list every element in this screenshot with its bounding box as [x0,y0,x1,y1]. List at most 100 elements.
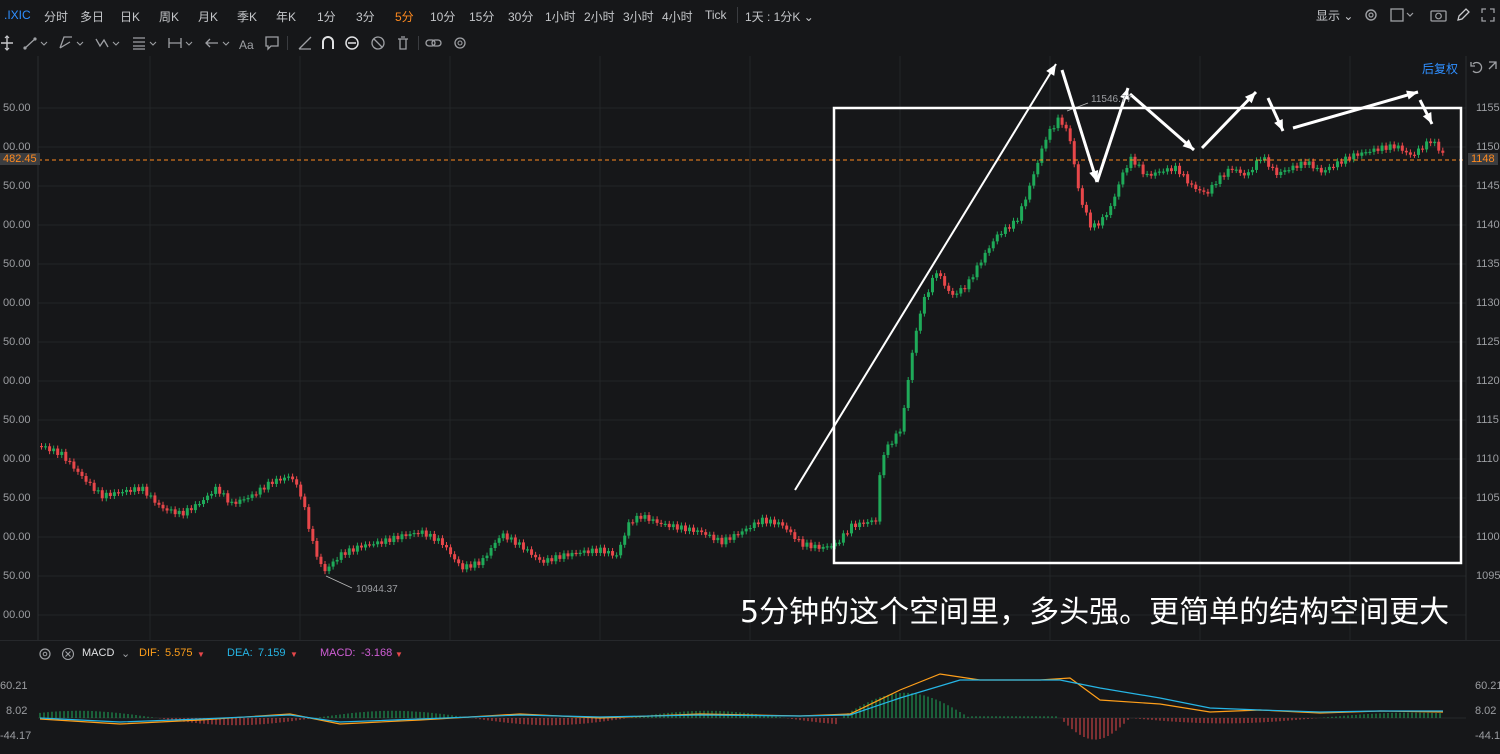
layout-icon[interactable] [1390,7,1416,23]
tab-timeframe-10[interactable]: 10分 [430,8,455,25]
comment-icon[interactable] [264,34,280,52]
expand-icon[interactable] [1488,60,1500,74]
text-tool-button[interactable]: Aa [239,36,254,54]
candle-body [335,559,339,562]
candle-body [809,542,813,549]
macd-chart[interactable] [0,668,1500,748]
tab-timeframe-5[interactable]: 季K [237,8,257,25]
candle-body [939,273,943,277]
candle-body [898,431,902,434]
symbol-label[interactable]: .IXIC [4,8,31,22]
candle-body [416,532,420,535]
candle-body [1145,173,1149,176]
candle-body [554,555,558,562]
candle-body [189,508,193,511]
candle-body [675,524,679,530]
crosshair-icon[interactable] [0,34,14,52]
undo-icon[interactable] [1469,60,1483,74]
candle-body [1372,148,1376,152]
candle-body [432,533,436,541]
candle-body [825,546,829,548]
lock-drawings-icon[interactable] [344,34,360,52]
chevron-down-icon[interactable]: ⌄ [121,647,130,660]
close-icon[interactable] [61,647,75,661]
pattern-icon[interactable] [94,34,124,52]
candle-body [611,551,615,556]
candle-body [574,552,578,555]
candle-body [307,507,311,529]
magnet-icon[interactable] [320,34,336,52]
candle-body [1263,157,1267,160]
channel-icon[interactable] [58,34,88,52]
tab-timeframe-17[interactable]: Tick [705,8,727,22]
candle-body [1340,161,1344,164]
candle-body [530,549,534,555]
candle-body [1020,206,1024,221]
candle-body [926,292,930,297]
candle-body [760,517,764,525]
tab-timeframe-15[interactable]: 3小时 [623,8,654,25]
left-axis-label: 50.00 [3,258,31,270]
candle-body [64,451,68,461]
candle-body [1113,196,1117,207]
measure-icon[interactable] [167,34,197,52]
tab-timeframe-4[interactable]: 月K [198,8,218,25]
link-icon[interactable] [425,34,443,52]
dea-line [39,679,1443,723]
candle-body [1380,145,1384,151]
trash-icon[interactable] [395,34,411,52]
gear-icon[interactable] [1363,7,1379,23]
tab-timeframe-7[interactable]: 1分 [317,8,336,25]
annotation-arrow [1200,90,1258,150]
candle-body [777,522,781,525]
candle-body [590,548,594,554]
hide-drawings-icon[interactable] [370,34,386,52]
candle-body [56,448,60,455]
candle-body [918,313,922,331]
candle-body [254,494,258,496]
fullscreen-icon[interactable] [1480,7,1496,23]
tab-timeframe-0[interactable]: 分时 [44,8,68,25]
drawing-settings-icon[interactable] [452,34,468,52]
tab-timeframe-12[interactable]: 30分 [508,8,533,25]
candle-body [987,248,991,253]
macd-indicator-select[interactable]: MACD [82,647,114,659]
candle-body [615,555,619,557]
tab-timeframe-14[interactable]: 2小时 [584,8,615,25]
candle-body [1165,168,1169,172]
candle-body [1084,204,1088,213]
right-axis-label: 1100 [1476,531,1500,543]
candle-body [850,523,853,534]
tab-timeframe-3[interactable]: 周K [159,8,179,25]
candle-body [1275,167,1279,176]
candle-body [1036,162,1040,175]
candle-body [1408,152,1412,155]
candle-body [631,522,635,524]
display-dropdown[interactable]: 显示 ⌄ [1316,7,1353,24]
candle-body [971,277,975,280]
tab-timeframe-13[interactable]: 1小时 [545,8,576,25]
tab-timeframe-16[interactable]: 4小时 [662,8,693,25]
gear-icon[interactable] [38,647,52,661]
tab-timeframe-1[interactable]: 多日 [80,8,104,25]
tab-timeframe-11[interactable]: 15分 [469,8,494,25]
arrow-left-icon[interactable] [204,34,234,52]
candle-body [1360,152,1364,156]
pencil-icon[interactable] [1455,7,1471,23]
ruler-icon[interactable] [297,34,313,52]
tab-timeframe-2[interactable]: 日K [120,8,140,25]
candle-body [967,279,971,290]
tab-timeframe-6[interactable]: 年K [276,8,296,25]
fibonacci-icon[interactable] [131,34,161,52]
candle-body [396,535,400,540]
candle-body [60,451,64,455]
candle-body [428,533,432,537]
candle-body [1003,227,1007,234]
adjust-type-button[interactable]: 后复权 [1422,60,1458,77]
candle-body [129,489,133,492]
tab-timeframe-8[interactable]: 3分 [356,8,375,25]
camera-icon[interactable] [1430,7,1448,23]
period-select[interactable]: 1天 : 1分K ⌄ [745,8,814,25]
trendline-icon[interactable] [22,34,52,52]
tab-timeframe-9[interactable]: 5分 [395,8,414,25]
